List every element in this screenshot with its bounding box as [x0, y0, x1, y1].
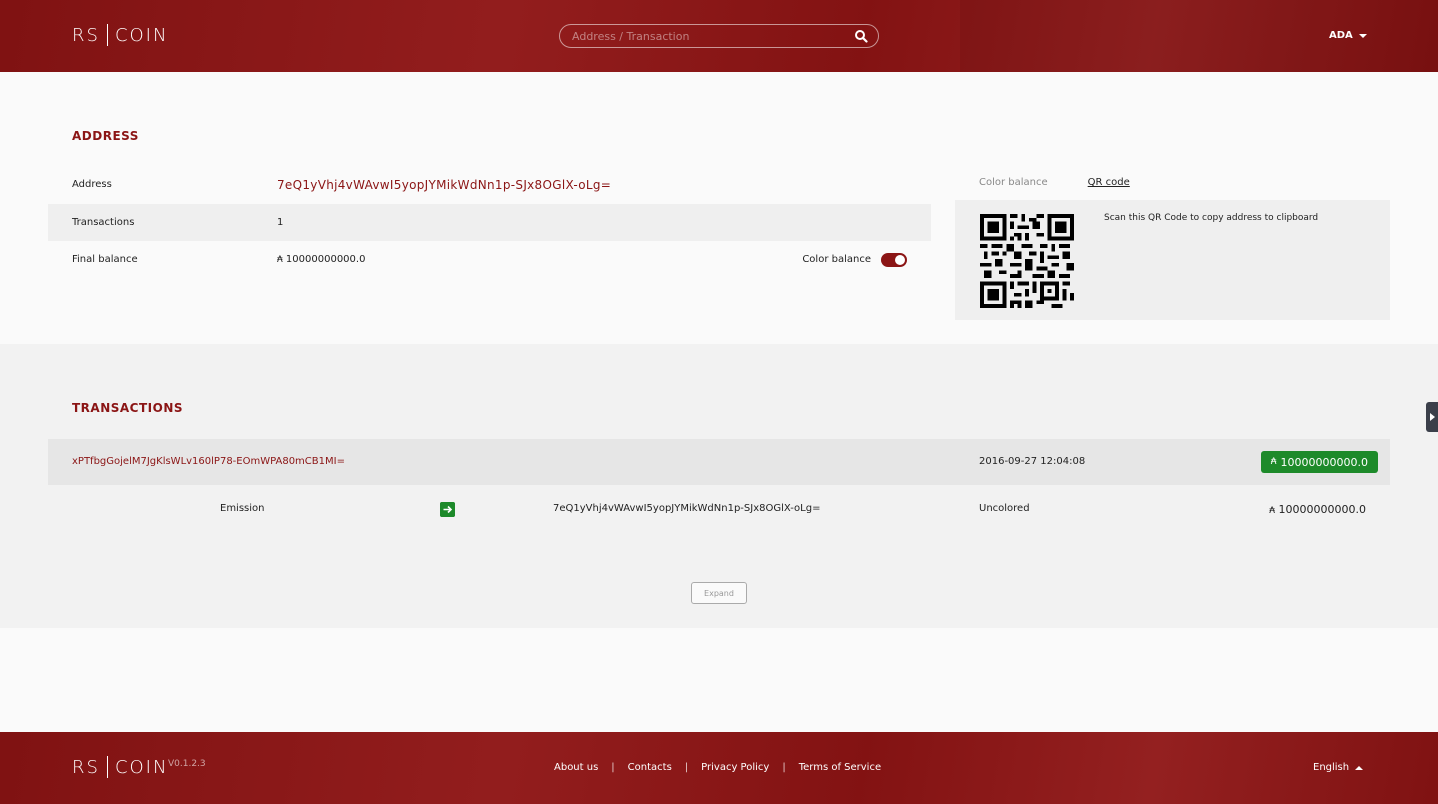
color-balance-toggle-label: Color balance [802, 254, 871, 265]
footer-link-about[interactable]: About us [554, 762, 598, 773]
transactions-section-title: TRANSACTIONS [72, 401, 184, 415]
search-input[interactable] [560, 29, 840, 43]
final-balance-row: Final balance ₳ 10000000000.0 Color bala… [48, 241, 931, 278]
chevron-down-icon [1358, 33, 1367, 38]
logo-rs: RS [72, 756, 100, 778]
transaction-output-amount: 10000000000.0 [1278, 503, 1366, 516]
address-value[interactable]: 7eQ1yVhj4vWAvwI5yopJYMikWdNn1p-SJx8OGlX-… [277, 178, 611, 192]
footer-link-contacts[interactable]: Contacts [628, 762, 672, 773]
footer-link-terms[interactable]: Terms of Service [799, 762, 881, 773]
qr-code-image[interactable] [980, 214, 1074, 308]
tab-qr-code[interactable]: QR code [1088, 177, 1130, 188]
ada-symbol-icon: ₳ [1270, 457, 1277, 467]
footer-separator: | [782, 762, 786, 773]
sidebar-toggle-icon[interactable] [1426, 402, 1438, 432]
top-header: RS COIN ADA [0, 0, 1438, 72]
final-balance-value-wrap: ₳ 10000000000.0 [277, 254, 365, 265]
transactions-count-row: Transactions 1 [48, 204, 931, 241]
footer: RS COIN V0.1.2.3 About us | Contacts | P… [0, 732, 1438, 804]
footer-links: About us | Contacts | Privacy Policy | T… [554, 762, 881, 773]
logo-divider [106, 24, 108, 46]
logo-coin: COIN [114, 756, 169, 778]
transaction-amount: 10000000000.0 [1280, 455, 1368, 469]
version-label: V0.1.2.3 [168, 759, 206, 769]
transaction-amount-badge: ₳ 10000000000.0 [1260, 451, 1378, 473]
transactions-value: 1 [277, 217, 284, 228]
tab-color-balance[interactable]: Color balance [979, 177, 1048, 188]
footer-logo[interactable]: RS COIN [72, 756, 168, 778]
transaction-header: xPTfbgGojelM7JgKlsWLv160lP78-EOmWPA80mCB… [48, 439, 1390, 485]
ada-symbol-icon: ₳ [1269, 506, 1276, 516]
footer-separator: | [684, 762, 689, 773]
transaction-hash[interactable]: xPTfbgGojelM7JgKlsWLv160lP78-EOmWPA80mCB… [72, 456, 345, 467]
header-logo[interactable]: RS COIN [72, 24, 168, 46]
logo-divider [106, 756, 108, 778]
qr-tabs: Color balance QR code [979, 177, 1130, 188]
qr-panel: Scan this QR Code to copy address to cli… [955, 200, 1390, 320]
search-box [559, 24, 879, 48]
address-section-title: ADDRESS [72, 129, 139, 143]
final-balance-label: Final balance [72, 254, 138, 265]
logo-coin: COIN [114, 24, 169, 46]
transactions-label: Transactions [72, 217, 135, 228]
arrow-right-icon [440, 502, 455, 517]
footer-link-privacy[interactable]: Privacy Policy [701, 762, 769, 773]
address-row: Address 7eQ1yVhj4vWAvwI5yopJYMikWdNn1p-S… [48, 166, 931, 203]
final-balance-value: 10000000000.0 [285, 254, 366, 265]
ada-symbol-icon: ₳ [277, 255, 283, 265]
transaction-output-amount-wrap: ₳ 10000000000.0 [1269, 503, 1366, 516]
transaction-output-address[interactable]: 7eQ1yVhj4vWAvwI5yopJYMikWdNn1p-SJx8OGlX-… [553, 503, 820, 514]
currency-label: ADA [1329, 30, 1353, 41]
logo-rs: RS [72, 24, 100, 46]
color-balance-toggle-wrap: Color balance [802, 252, 907, 267]
sidebar-toggle-arrow [1430, 413, 1435, 421]
search-icon[interactable] [854, 29, 868, 43]
language-dropdown[interactable]: English [1313, 762, 1364, 773]
color-balance-toggle[interactable] [881, 252, 907, 267]
language-label: English [1313, 762, 1350, 773]
transaction-date: 2016-09-27 12:04:08 [979, 456, 1086, 467]
address-label: Address [72, 179, 112, 190]
footer-separator: | [611, 762, 615, 773]
currency-dropdown[interactable]: ADA [1329, 30, 1367, 41]
transaction-io-row: Emission 7eQ1yVhj4vWAvwI5yopJYMikWdNn1p-… [48, 485, 1390, 533]
qr-instructions: Scan this QR Code to copy address to cli… [1104, 213, 1319, 223]
chevron-up-icon [1355, 765, 1364, 770]
toggle-knob [895, 254, 905, 265]
expand-button[interactable]: Expand [691, 582, 747, 604]
transaction-output-color: Uncolored [979, 503, 1030, 514]
transaction-input-source: Emission [220, 503, 265, 514]
